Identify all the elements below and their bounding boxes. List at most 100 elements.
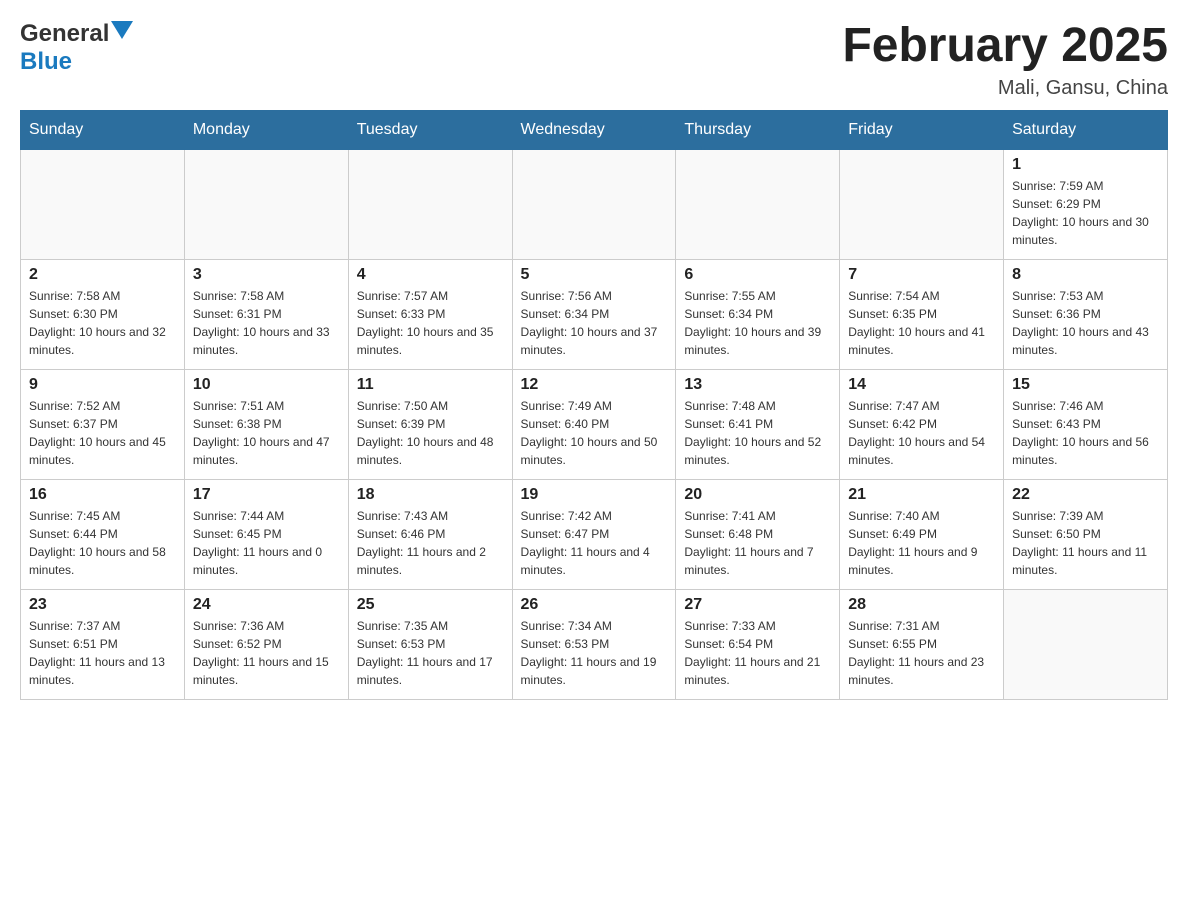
page-header: General Blue February 2025 Mali, Gansu, … (20, 20, 1168, 100)
day-number: 14 (848, 376, 995, 394)
day-info: Sunrise: 7:51 AMSunset: 6:38 PMDaylight:… (193, 397, 340, 469)
day-number: 19 (521, 486, 668, 504)
day-info: Sunrise: 7:52 AMSunset: 6:37 PMDaylight:… (29, 397, 176, 469)
day-info: Sunrise: 7:53 AMSunset: 6:36 PMDaylight:… (1012, 287, 1159, 359)
calendar-cell (1004, 589, 1168, 699)
day-info: Sunrise: 7:58 AMSunset: 6:30 PMDaylight:… (29, 287, 176, 359)
calendar-cell: 24 Sunrise: 7:36 AMSunset: 6:52 PMDayligh… (184, 589, 348, 699)
day-info: Sunrise: 7:55 AMSunset: 6:34 PMDaylight:… (684, 287, 831, 359)
day-info: Sunrise: 7:54 AMSunset: 6:35 PMDaylight:… (848, 287, 995, 359)
day-info: Sunrise: 7:43 AMSunset: 6:46 PMDaylight:… (357, 507, 504, 579)
calendar-cell: 25 Sunrise: 7:35 AMSunset: 6:53 PMDayligh… (348, 589, 512, 699)
calendar-cell: 27 Sunrise: 7:33 AMSunset: 6:54 PMDayligh… (676, 589, 840, 699)
calendar-week-row: 9 Sunrise: 7:52 AMSunset: 6:37 PMDaylight… (21, 369, 1168, 479)
calendar-table: SundayMondayTuesdayWednesdayThursdayFrid… (20, 110, 1168, 700)
day-info: Sunrise: 7:58 AMSunset: 6:31 PMDaylight:… (193, 287, 340, 359)
day-info: Sunrise: 7:49 AMSunset: 6:40 PMDaylight:… (521, 397, 668, 469)
calendar-cell: 8 Sunrise: 7:53 AMSunset: 6:36 PMDaylight… (1004, 259, 1168, 369)
day-number: 28 (848, 596, 995, 614)
calendar-cell: 4Sunrise: 7:57 AMSunset: 6:33 PMDaylight… (348, 259, 512, 369)
calendar-cell: 19 Sunrise: 7:42 AMSunset: 6:47 PMDayligh… (512, 479, 676, 589)
day-info: Sunrise: 7:47 AMSunset: 6:42 PMDaylight:… (848, 397, 995, 469)
calendar-cell: 26 Sunrise: 7:34 AMSunset: 6:53 PMDayligh… (512, 589, 676, 699)
calendar-cell: 14 Sunrise: 7:47 AMSunset: 6:42 PMDayligh… (840, 369, 1004, 479)
calendar-cell: 1 Sunrise: 7:59 AMSunset: 6:29 PMDaylight… (1004, 149, 1168, 259)
day-number: 24 (193, 596, 340, 614)
day-info: Sunrise: 7:34 AMSunset: 6:53 PMDaylight:… (521, 617, 668, 689)
calendar-cell: 11 Sunrise: 7:50 AMSunset: 6:39 PMDayligh… (348, 369, 512, 479)
day-number: 21 (848, 486, 995, 504)
day-number: 12 (521, 376, 668, 394)
day-number: 16 (29, 486, 176, 504)
calendar-header: SundayMondayTuesdayWednesdayThursdayFrid… (21, 110, 1168, 149)
calendar-cell: 3 Sunrise: 7:58 AMSunset: 6:31 PMDaylight… (184, 259, 348, 369)
logo-general-text: General (20, 20, 109, 48)
calendar-cell: 22Sunrise: 7:39 AMSunset: 6:50 PMDayligh… (1004, 479, 1168, 589)
day-info: Sunrise: 7:56 AMSunset: 6:34 PMDaylight:… (521, 287, 668, 359)
day-number: 7 (848, 266, 995, 284)
weekday-header-thursday: Thursday (676, 110, 840, 149)
weekday-header-sunday: Sunday (21, 110, 185, 149)
day-info: Sunrise: 7:31 AMSunset: 6:55 PMDaylight:… (848, 617, 995, 689)
day-number: 25 (357, 596, 504, 614)
calendar-cell: 17 Sunrise: 7:44 AMSunset: 6:45 PMDayligh… (184, 479, 348, 589)
weekday-header-wednesday: Wednesday (512, 110, 676, 149)
day-number: 8 (1012, 266, 1159, 284)
calendar-cell: 5 Sunrise: 7:56 AMSunset: 6:34 PMDaylight… (512, 259, 676, 369)
calendar-cell: 12 Sunrise: 7:49 AMSunset: 6:40 PMDayligh… (512, 369, 676, 479)
day-number: 15 (1012, 376, 1159, 394)
calendar-cell (184, 149, 348, 259)
day-number: 17 (193, 486, 340, 504)
calendar-week-row: 23Sunrise: 7:37 AMSunset: 6:51 PMDayligh… (21, 589, 1168, 699)
day-info: Sunrise: 7:50 AMSunset: 6:39 PMDaylight:… (357, 397, 504, 469)
calendar-cell: 18 Sunrise: 7:43 AMSunset: 6:46 PMDayligh… (348, 479, 512, 589)
calendar-cell: 6 Sunrise: 7:55 AMSunset: 6:34 PMDaylight… (676, 259, 840, 369)
day-number: 6 (684, 266, 831, 284)
day-info: Sunrise: 7:40 AMSunset: 6:49 PMDaylight:… (848, 507, 995, 579)
calendar-cell: 15 Sunrise: 7:46 AMSunset: 6:43 PMDayligh… (1004, 369, 1168, 479)
day-info: Sunrise: 7:35 AMSunset: 6:53 PMDaylight:… (357, 617, 504, 689)
calendar-cell: 16 Sunrise: 7:45 AMSunset: 6:44 PMDayligh… (21, 479, 185, 589)
day-number: 27 (684, 596, 831, 614)
weekday-header-tuesday: Tuesday (348, 110, 512, 149)
calendar-week-row: 1 Sunrise: 7:59 AMSunset: 6:29 PMDaylight… (21, 149, 1168, 259)
weekday-header-saturday: Saturday (1004, 110, 1168, 149)
day-number: 13 (684, 376, 831, 394)
calendar-week-row: 2Sunrise: 7:58 AMSunset: 6:30 PMDaylight… (21, 259, 1168, 369)
day-info: Sunrise: 7:59 AMSunset: 6:29 PMDaylight:… (1012, 177, 1159, 249)
calendar-cell: 23Sunrise: 7:37 AMSunset: 6:51 PMDayligh… (21, 589, 185, 699)
day-info: Sunrise: 7:44 AMSunset: 6:45 PMDaylight:… (193, 507, 340, 579)
day-info: Sunrise: 7:36 AMSunset: 6:52 PMDaylight:… (193, 617, 340, 689)
logo-arrow-icon (111, 21, 133, 43)
day-info: Sunrise: 7:33 AMSunset: 6:54 PMDaylight:… (684, 617, 831, 689)
weekday-header-monday: Monday (184, 110, 348, 149)
day-info: Sunrise: 7:45 AMSunset: 6:44 PMDaylight:… (29, 507, 176, 579)
calendar-cell: 9 Sunrise: 7:52 AMSunset: 6:37 PMDaylight… (21, 369, 185, 479)
calendar-week-row: 16 Sunrise: 7:45 AMSunset: 6:44 PMDayligh… (21, 479, 1168, 589)
day-number: 5 (521, 266, 668, 284)
calendar-cell (348, 149, 512, 259)
day-info: Sunrise: 7:42 AMSunset: 6:47 PMDaylight:… (521, 507, 668, 579)
day-info: Sunrise: 7:48 AMSunset: 6:41 PMDaylight:… (684, 397, 831, 469)
logo: General Blue (20, 20, 133, 76)
calendar-cell: 21 Sunrise: 7:40 AMSunset: 6:49 PMDayligh… (840, 479, 1004, 589)
day-number: 26 (521, 596, 668, 614)
day-number: 3 (193, 266, 340, 284)
calendar-cell: 13 Sunrise: 7:48 AMSunset: 6:41 PMDayligh… (676, 369, 840, 479)
calendar-cell: 2Sunrise: 7:58 AMSunset: 6:30 PMDaylight… (21, 259, 185, 369)
day-number: 18 (357, 486, 504, 504)
calendar-cell (840, 149, 1004, 259)
calendar-cell (676, 149, 840, 259)
day-info: Sunrise: 7:46 AMSunset: 6:43 PMDaylight:… (1012, 397, 1159, 469)
day-number: 1 (1012, 156, 1159, 174)
calendar-cell: 28 Sunrise: 7:31 AMSunset: 6:55 PMDayligh… (840, 589, 1004, 699)
day-info: Sunrise: 7:57 AMSunset: 6:33 PMDaylight:… (357, 287, 504, 359)
day-number: 11 (357, 376, 504, 394)
day-number: 9 (29, 376, 176, 394)
calendar-cell: 20Sunrise: 7:41 AMSunset: 6:48 PMDayligh… (676, 479, 840, 589)
calendar-cell: 7 Sunrise: 7:54 AMSunset: 6:35 PMDaylight… (840, 259, 1004, 369)
day-number: 20 (684, 486, 831, 504)
day-number: 22 (1012, 486, 1159, 504)
weekday-header-row: SundayMondayTuesdayWednesdayThursdayFrid… (21, 110, 1168, 149)
calendar-cell (21, 149, 185, 259)
